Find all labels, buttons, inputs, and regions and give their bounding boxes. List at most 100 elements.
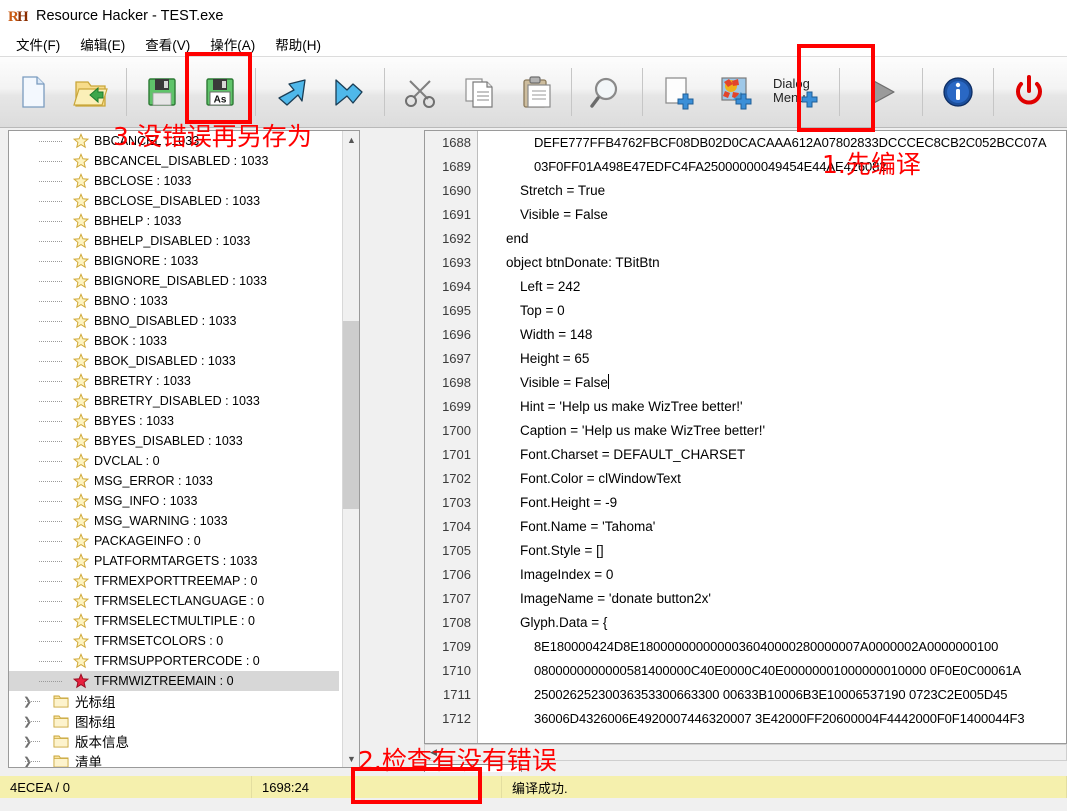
code-text[interactable]: DEFE777FFB4762FBCF08DB02D0CACAAA612A0780… [478, 131, 1066, 743]
tree-indent [9, 311, 73, 331]
star-icon [72, 133, 90, 149]
scroll-left-icon[interactable]: ◀ [425, 744, 442, 761]
tree-item-label: BBYES_DISABLED : 1033 [94, 434, 243, 448]
tree-indent [9, 451, 73, 471]
tree-indent [9, 391, 73, 411]
resource-tree[interactable]: BBCANCEL : 1033 BBCANCEL_DISABLED : 1033 B… [8, 130, 360, 768]
code-line: Font.Name = 'Tahoma' [520, 519, 656, 534]
menu-action[interactable]: 操作(A) [200, 32, 265, 56]
tree-folder-item[interactable]: ❯ 清单 [9, 751, 339, 767]
toolbar-separator [255, 68, 256, 116]
tree-item[interactable]: BBYES : 1033 [9, 411, 339, 431]
import-button[interactable] [262, 61, 320, 123]
tree-folder-item[interactable]: ❯ 光标组 [9, 691, 339, 711]
line-number: 1696 [442, 327, 471, 342]
star-icon [72, 613, 90, 629]
add-resource-button[interactable] [649, 61, 707, 123]
add-image-button[interactable] [707, 61, 765, 123]
toolbar-separator [993, 68, 994, 116]
tree-item[interactable]: BBIGNORE_DISABLED : 1033 [9, 271, 339, 291]
tree-item[interactable]: BBOK_DISABLED : 1033 [9, 351, 339, 371]
line-number: 1705 [442, 543, 471, 558]
tree-item[interactable]: BBCLOSE : 1033 [9, 171, 339, 191]
paste-icon [516, 72, 556, 112]
tree-item[interactable]: PACKAGEINFO : 0 [9, 531, 339, 551]
paste-button[interactable] [507, 61, 565, 123]
tree-item[interactable]: BBCLOSE_DISABLED : 1033 [9, 191, 339, 211]
export-button[interactable] [320, 61, 378, 123]
about-button[interactable] [929, 61, 987, 123]
menu-bar: 文件(F) 编辑(E) 查看(V) 操作(A) 帮助(H) [0, 32, 1067, 56]
tree-scroll-thumb[interactable] [343, 321, 359, 509]
copy-button[interactable] [449, 61, 507, 123]
menu-view[interactable]: 查看(V) [135, 32, 200, 56]
new-file-button[interactable] [4, 61, 62, 123]
tree-item[interactable]: MSG_WARNING : 1033 [9, 511, 339, 531]
tree-item[interactable]: TFRMSUPPORTERCODE : 0 [9, 651, 339, 671]
save-as-button[interactable]: As [191, 61, 249, 123]
tree-scrollbar[interactable]: ▲ ▼ [342, 131, 359, 767]
save-as-label: As [214, 95, 227, 106]
script-editor[interactable]: 1688 1689 1690 1691 1692 1693 1694 1695 1696 1697… [424, 130, 1067, 744]
tree-item[interactable]: PLATFORMTARGETS : 1033 [9, 551, 339, 571]
code-line: Height = 65 [520, 351, 590, 366]
tree-item[interactable]: DVCLAL : 0 [9, 451, 339, 471]
save-as-icon: As [200, 72, 240, 112]
tree-item-label: MSG_WARNING : 1033 [94, 514, 228, 528]
line-number: 1707 [442, 591, 471, 606]
menu-help[interactable]: 帮助(H) [265, 32, 331, 56]
tree-item[interactable]: MSG_ERROR : 1033 [9, 471, 339, 491]
find-button[interactable] [578, 61, 636, 123]
dialog-label: Dialog [773, 76, 810, 91]
menu-file[interactable]: 文件(F) [6, 32, 70, 56]
tree-item[interactable]: BBHELP_DISABLED : 1033 [9, 231, 339, 251]
import-icon [271, 72, 311, 112]
tree-item[interactable]: BBIGNORE : 1033 [9, 251, 339, 271]
status-message: 编译成功. [502, 776, 1067, 798]
tree-item[interactable]: TFRMSETCOLORS : 0 [9, 631, 339, 651]
tree-item-label: MSG_INFO : 1033 [94, 494, 198, 508]
editor-horizontal-scrollbar[interactable]: ◀ [424, 744, 1067, 761]
cut-button[interactable] [391, 61, 449, 123]
tree-item[interactable]: BBRETRY : 1033 [9, 371, 339, 391]
tree-item[interactable]: TFRMSELECTLANGUAGE : 0 [9, 591, 339, 611]
code-line: ImageName = 'donate button2x' [520, 591, 711, 606]
resource-tree-list[interactable]: BBCANCEL : 1033 BBCANCEL_DISABLED : 1033 B… [9, 131, 339, 767]
add-dialog-menu-button[interactable]: Dialog Menu [765, 61, 833, 123]
tree-item[interactable]: BBOK : 1033 [9, 331, 339, 351]
tree-indent [9, 491, 73, 511]
star-icon [72, 493, 90, 509]
tree-item[interactable]: BBNO : 1033 [9, 291, 339, 311]
tree-item[interactable]: TFRMWIZTREEMAIN : 0 [9, 671, 339, 691]
tree-item-label: TFRMSELECTMULTIPLE : 0 [94, 614, 255, 628]
tree-item[interactable]: TFRMSELECTMULTIPLE : 0 [9, 611, 339, 631]
open-file-button[interactable] [62, 61, 120, 123]
export-icon [329, 72, 369, 112]
tree-item[interactable]: TFRMEXPORTTREEMAP : 0 [9, 571, 339, 591]
tree-indent [9, 671, 73, 691]
compile-script-button[interactable] [846, 61, 916, 123]
menu-edit[interactable]: 编辑(E) [70, 32, 135, 56]
tree-item[interactable]: BBYES_DISABLED : 1033 [9, 431, 339, 451]
tree-folder-item[interactable]: ❯ 图标组 [9, 711, 339, 731]
star-icon [72, 193, 90, 209]
tree-scroll-up-icon[interactable]: ▲ [343, 131, 359, 148]
tree-item[interactable]: MSG_INFO : 1033 [9, 491, 339, 511]
star-icon [72, 373, 90, 389]
code-line: 8E180000424D8E18000000000000360400002800… [534, 639, 999, 654]
tree-item[interactable]: BBCANCEL : 1033 [9, 131, 339, 151]
code-line: Left = 242 [520, 279, 581, 294]
star-icon-selected [72, 673, 90, 689]
exit-button[interactable] [1000, 61, 1058, 123]
tree-item[interactable]: BBNO_DISABLED : 1033 [9, 311, 339, 331]
main-area: BBCANCEL : 1033 BBCANCEL_DISABLED : 1033 B… [0, 128, 1067, 790]
tree-scroll-down-icon[interactable]: ▼ [343, 750, 359, 767]
tree-item[interactable]: BBRETRY_DISABLED : 1033 [9, 391, 339, 411]
tree-item-label: TFRMWIZTREEMAIN : 0 [94, 674, 234, 688]
save-button[interactable] [133, 61, 191, 123]
play-icon [861, 72, 901, 112]
tree-item[interactable]: BBCANCEL_DISABLED : 1033 [9, 151, 339, 171]
tree-folder-item[interactable]: ❯ 版本信息 [9, 731, 339, 751]
tree-item[interactable]: BBHELP : 1033 [9, 211, 339, 231]
tree-item-label: BBNO : 1033 [94, 294, 168, 308]
